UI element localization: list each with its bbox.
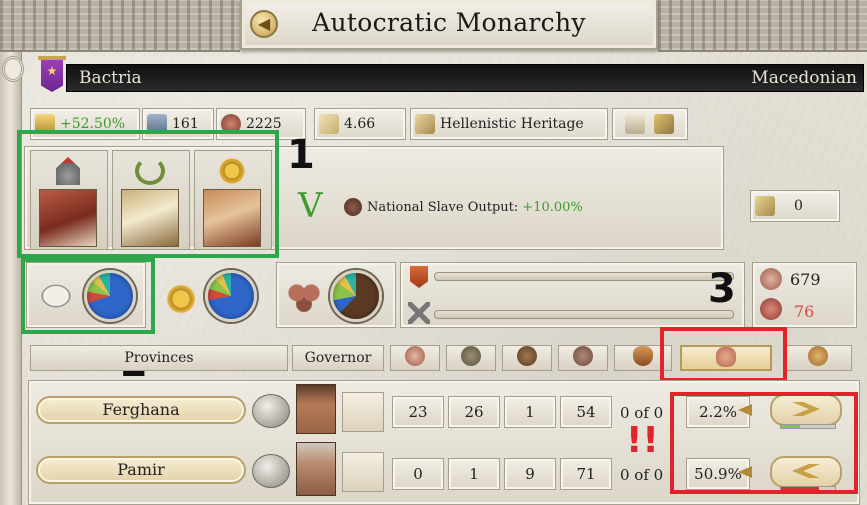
treasury-stat[interactable]: 0	[750, 190, 840, 222]
annotation-exclaim: !!	[626, 420, 659, 461]
heritage-scroll-icon	[415, 114, 435, 134]
culture-name: Macedonian	[751, 68, 857, 88]
governor-portrait[interactable]	[296, 442, 336, 496]
citizen-icon	[404, 346, 425, 366]
slave-output-bonus: National Slave Output: +10.00%	[340, 198, 583, 216]
tab-freemen[interactable]	[446, 345, 496, 371]
bread-icon	[807, 346, 828, 366]
pamir-c4: 71	[560, 458, 612, 490]
title-plate: ◀ Autocratic Monarchy	[240, 0, 658, 50]
tab-trade[interactable]	[784, 345, 852, 371]
tab-governor[interactable]: Governor	[292, 345, 384, 371]
slave-tab-icon	[572, 346, 593, 366]
military-bar	[434, 310, 734, 319]
frieze-right	[658, 0, 867, 52]
pamir-of: 0 of 0	[620, 466, 664, 484]
governor-portrait[interactable]	[296, 384, 336, 434]
pamir-c3: 9	[504, 458, 556, 490]
religion-pie-chart[interactable]	[205, 270, 257, 322]
heritage-stat[interactable]: Hellenistic Heritage	[410, 108, 608, 140]
ferghana-c2: 26	[448, 396, 500, 428]
pamir-c1: 0	[392, 458, 444, 490]
highlight-frame-1	[17, 130, 279, 258]
highlight-frame-3	[660, 327, 787, 382]
trade-goods-icon[interactable]	[342, 392, 384, 432]
culture-pie-chart[interactable]	[330, 270, 382, 322]
pops-figures-icon[interactable]	[342, 452, 384, 492]
freeman-icon	[460, 346, 481, 366]
stat-four[interactable]: 4.66	[314, 108, 406, 140]
tab-citizens[interactable]	[390, 345, 440, 371]
country-banner: Bactria Macedonian	[66, 64, 864, 92]
unrest-bar	[434, 272, 734, 281]
tab-provinces[interactable]: Provinces	[30, 345, 288, 371]
province-ferghana[interactable]: Ferghana	[36, 396, 246, 424]
ferghana-c4: 54	[560, 396, 612, 428]
slave-icon	[344, 198, 362, 216]
slave-pops: 76	[794, 302, 815, 321]
frieze-left	[0, 0, 240, 52]
laws-stat[interactable]	[612, 108, 688, 140]
verdict-mark: V	[298, 186, 323, 226]
build-icon[interactable]	[252, 394, 290, 428]
pamir-c2: 1	[448, 458, 500, 490]
annotation-1: 1	[287, 132, 315, 178]
total-pops: 679	[790, 270, 821, 289]
country-flag-icon[interactable]	[38, 52, 66, 96]
temple-icon	[625, 114, 645, 134]
tab-tribesmen[interactable]	[502, 345, 552, 371]
province-pamir[interactable]: Pamir	[36, 456, 246, 484]
religion-sun-icon	[164, 282, 198, 316]
scroll-curl	[2, 56, 24, 82]
highlight-frame-2	[21, 258, 155, 334]
crossed-swords-icon	[408, 302, 430, 324]
scroll-decoration	[0, 52, 22, 505]
amphora-icon	[632, 346, 653, 366]
tab-slaves[interactable]	[558, 345, 608, 371]
ferghana-c3: 1	[504, 396, 556, 428]
highlight-frame-4	[670, 392, 858, 494]
ferghana-c1: 23	[392, 396, 444, 428]
tribesman-icon	[516, 346, 537, 366]
scroll-quill-icon	[319, 114, 339, 134]
citizens-icon	[760, 268, 782, 290]
slaves-icon	[760, 298, 782, 320]
crossed-tools-icon	[654, 114, 674, 134]
population-group-icon	[286, 280, 322, 312]
build-icon[interactable]	[252, 454, 290, 488]
annotation-3: 3	[708, 266, 736, 312]
page-title: Autocratic Monarchy	[312, 8, 586, 37]
treasure-icon	[755, 196, 775, 216]
country-name: Bactria	[79, 68, 142, 88]
